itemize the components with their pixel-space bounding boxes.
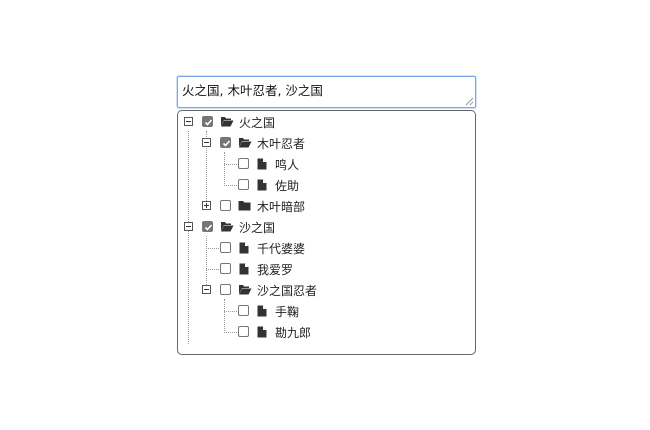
file-icon [257,305,267,317]
file-icon [257,158,267,170]
folder-icon [238,201,251,211]
tree-node-naruto[interactable]: 鸣人 [178,154,475,174]
node-label: 手鞠 [275,305,300,319]
node-label: 佐助 [275,179,300,193]
tree-node-sand-country[interactable]: 沙之国 [178,217,475,237]
node-checkbox[interactable] [238,326,249,337]
folder-open-icon [239,285,252,295]
node-label: 勘九郎 [275,326,312,340]
tree-node-konoha-ninja[interactable]: 木叶忍者 [178,133,475,153]
node-label: 鸣人 [275,158,300,172]
file-icon [239,263,249,275]
node-label: 火之国 [239,116,276,130]
node-label: 沙之国 [239,221,276,235]
folder-open-icon [239,138,252,148]
node-checkbox[interactable] [202,221,213,232]
node-checkbox[interactable] [220,263,231,274]
node-label: 千代婆婆 [257,242,306,256]
folder-open-icon [221,222,234,232]
node-checkbox[interactable] [238,179,249,190]
file-icon [239,242,249,254]
expand-toggle-icon[interactable] [202,201,211,210]
node-label: 木叶忍者 [257,137,306,151]
tree-node-sand-ninja[interactable]: 沙之国忍者 [178,280,475,300]
node-checkbox[interactable] [238,305,249,316]
folder-open-icon [221,117,234,127]
tree-dropdown-panel: 火之国 木叶忍者 鸣人 佐助 木叶暗部 沙之国 千代婆婆 我爱罗 沙之国忍者 手… [177,110,476,355]
node-checkbox[interactable] [220,284,231,295]
tree-node-fire-country[interactable]: 火之国 [178,112,475,132]
node-checkbox[interactable] [202,116,213,127]
node-checkbox[interactable] [220,200,231,211]
collapse-toggle-icon[interactable] [184,117,193,126]
resize-grip-icon[interactable] [465,97,474,106]
file-icon [257,326,267,338]
node-checkbox[interactable] [220,137,231,148]
tree-node-konoha-anbu[interactable]: 木叶暗部 [178,196,475,216]
collapse-toggle-icon[interactable] [202,285,211,294]
node-label: 木叶暗部 [257,200,306,214]
node-label: 沙之国忍者 [257,284,318,298]
tree-node-kankuro[interactable]: 勘九郎 [178,322,475,342]
collapse-toggle-icon[interactable] [184,222,193,231]
file-icon [257,179,267,191]
tree-node-gaara[interactable]: 我爱罗 [178,259,475,279]
node-label: 我爱罗 [257,263,294,277]
selection-value: 火之国, 木叶忍者, 沙之国 [182,83,323,98]
node-checkbox[interactable] [220,242,231,253]
tree-node-chiyo[interactable]: 千代婆婆 [178,238,475,258]
collapse-toggle-icon[interactable] [202,138,211,147]
tree-node-sasuke[interactable]: 佐助 [178,175,475,195]
selection-field[interactable]: 火之国, 木叶忍者, 沙之国 [177,76,476,108]
node-checkbox[interactable] [238,158,249,169]
tree-node-temari[interactable]: 手鞠 [178,301,475,321]
